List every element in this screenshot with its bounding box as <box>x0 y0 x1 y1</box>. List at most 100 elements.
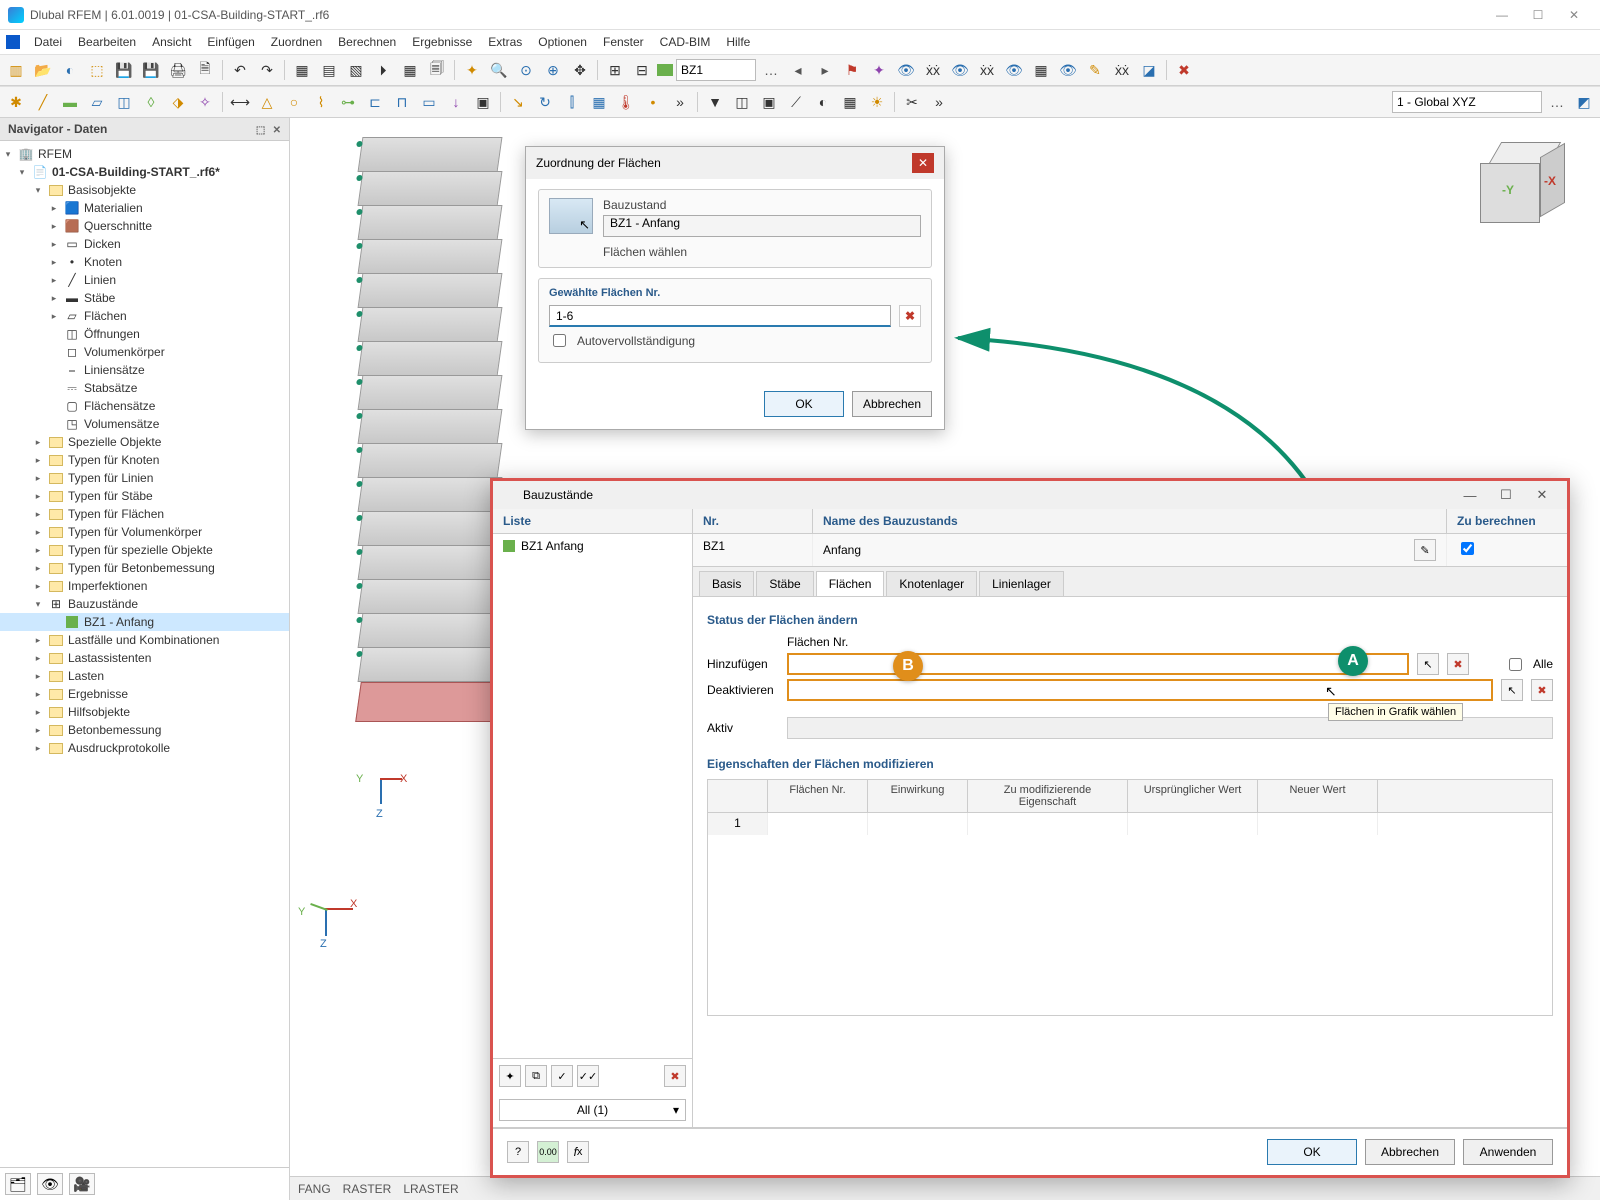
tab-staebe[interactable]: Stäbe <box>756 571 813 596</box>
menu-hilfe[interactable]: Hilfe <box>718 32 758 52</box>
coord-more-icon[interactable]: … <box>1545 90 1569 114</box>
plane-icon[interactable]: ◩ <box>1572 90 1596 114</box>
tree-item[interactable]: ▸╱Linien <box>0 271 289 289</box>
deakt-input[interactable] <box>787 679 1493 701</box>
wire-icon[interactable]: ⟋ <box>784 90 808 114</box>
iso-icon[interactable]: ◫ <box>730 90 754 114</box>
open-icon[interactable]: 📂 <box>31 58 55 82</box>
menu-bearbeiten[interactable]: Bearbeiten <box>70 32 144 52</box>
deakt-clear-icon[interactable]: ✖ <box>1531 679 1553 701</box>
navigator-tree[interactable]: ▾🏢RFEM ▾📄01-CSA-Building-START_.rf6* ▾Ba… <box>0 141 289 1167</box>
eye-icon[interactable]: 👁 <box>894 58 918 82</box>
list-check2-icon[interactable]: ✓✓ <box>577 1065 599 1087</box>
tree-root[interactable]: ▾🏢RFEM <box>0 145 289 163</box>
list-delete-icon[interactable]: ✖ <box>664 1065 686 1087</box>
all-select[interactable]: All (1) ▾ <box>499 1099 686 1121</box>
tree-item[interactable]: ▸▭Dicken <box>0 235 289 253</box>
fx-icon[interactable]: fx <box>567 1141 589 1163</box>
delete-icon[interactable]: ✖ <box>1172 58 1196 82</box>
edit-name-icon[interactable]: ✎ <box>1414 539 1436 561</box>
menu-berechnen[interactable]: Berechnen <box>330 32 404 52</box>
pencil-icon[interactable]: ✎ <box>1083 58 1107 82</box>
menu-ergebnisse[interactable]: Ergebnisse <box>404 32 480 52</box>
results-icon[interactable]: ▦ <box>398 58 422 82</box>
layout-icon[interactable]: ▧ <box>344 58 368 82</box>
minimize-button[interactable]: — <box>1484 3 1520 27</box>
dlg2-ok-button[interactable]: OK <box>1267 1139 1357 1165</box>
solid-icon[interactable]: ◫ <box>112 90 136 114</box>
refresh-icon[interactable]: ◐ <box>58 58 82 82</box>
dlg1-close-button[interactable]: ✕ <box>912 153 934 173</box>
tree-item[interactable]: ▸Typen für Volumenkörper <box>0 523 289 541</box>
nav-eye-icon[interactable]: 👁 <box>37 1173 63 1195</box>
tree-item[interactable]: ▸🟦Materialien <box>0 199 289 217</box>
force-icon[interactable]: ↘ <box>506 90 530 114</box>
xxx-icon[interactable]: ẋẋ <box>921 58 945 82</box>
nav-video-icon[interactable]: 🎥 <box>69 1173 95 1195</box>
clear-selection-button[interactable]: ✖ <box>899 305 921 327</box>
doc-icon[interactable]: 🗎 <box>193 58 217 82</box>
pan-icon[interactable]: ✥ <box>568 58 592 82</box>
surface-icon[interactable]: ▱ <box>85 90 109 114</box>
tree-bauzustaende[interactable]: ▾⊞Bauzustände <box>0 595 289 613</box>
tree-item[interactable]: ⎓Stabsätze <box>0 379 289 397</box>
menu-ansicht[interactable]: Ansicht <box>144 32 199 52</box>
tree-bz1[interactable]: BZ1 - Anfang <box>0 613 289 631</box>
tree-item[interactable]: ▸Lastfälle und Kombinationen <box>0 631 289 649</box>
member-icon[interactable]: ▬ <box>58 90 82 114</box>
list-check-icon[interactable]: ✓ <box>551 1065 573 1087</box>
tree-item[interactable]: ▸Typen für Stäbe <box>0 487 289 505</box>
surf-icon[interactable]: ▭ <box>417 90 441 114</box>
liste-item-bz1[interactable]: BZ1 Anfang <box>493 534 692 558</box>
coord-select[interactable]: 1 - Global XYZ <box>1392 91 1542 113</box>
name-value[interactable]: Anfang <box>823 543 1408 557</box>
pin-icon[interactable]: ⬚ <box>256 125 265 136</box>
tree-item[interactable]: ▢Flächensätze <box>0 397 289 415</box>
deakt-pick-icon[interactable]: ↖ <box>1501 679 1523 701</box>
ldot-icon[interactable]: • <box>641 90 665 114</box>
menu-zuordnen[interactable]: Zuordnen <box>263 32 330 52</box>
dlg2-apply-button[interactable]: Anwenden <box>1463 1139 1553 1165</box>
tab-knotenlager[interactable]: Knotenlager <box>886 571 977 596</box>
app-menu-icon[interactable] <box>6 35 20 49</box>
spring-icon[interactable]: ⌇ <box>309 90 333 114</box>
shade-icon[interactable]: ◐ <box>811 90 835 114</box>
save-icon[interactable]: 💾 <box>112 58 136 82</box>
load-icon[interactable]: ↓ <box>444 90 468 114</box>
ecc-icon[interactable]: ⊏ <box>363 90 387 114</box>
more-icon[interactable]: » <box>668 90 692 114</box>
opening-icon[interactable]: ◊ <box>139 90 163 114</box>
light-icon[interactable]: ☀ <box>865 90 889 114</box>
dlg2-maximize[interactable]: ☐ <box>1491 487 1521 503</box>
tree-item[interactable]: ▸Imperfektionen <box>0 577 289 595</box>
alle-checkbox[interactable] <box>1509 658 1522 671</box>
tree-file[interactable]: ▾📄01-CSA-Building-START_.rf6* <box>0 163 289 181</box>
persp-icon[interactable]: ▣ <box>757 90 781 114</box>
xxx2-icon[interactable]: ẋẋ <box>975 58 999 82</box>
eye2-icon[interactable]: 👁 <box>948 58 972 82</box>
view-cube[interactable]: -Y -X <box>1480 138 1570 228</box>
next-icon[interactable]: ▸ <box>813 58 837 82</box>
clip-icon[interactable]: ✂ <box>900 90 924 114</box>
print-icon[interactable]: 🖨 <box>166 58 190 82</box>
maximize-button[interactable]: ☐ <box>1520 3 1556 27</box>
moment-icon[interactable]: ↻ <box>533 90 557 114</box>
surfload-icon[interactable]: ▦ <box>587 90 611 114</box>
more2-icon[interactable]: » <box>927 90 951 114</box>
dlg2-cancel-button[interactable]: Abbrechen <box>1365 1139 1455 1165</box>
render-icon[interactable]: ▦ <box>838 90 862 114</box>
status-lraster[interactable]: LRASTER <box>403 1182 458 1196</box>
rel-icon[interactable]: ⊶ <box>336 90 360 114</box>
action-icon[interactable]: ✦ <box>867 58 891 82</box>
tree-item[interactable]: ▸Lastassistenten <box>0 649 289 667</box>
list-copy-icon[interactable]: ⧉ <box>525 1065 547 1087</box>
grid2-icon[interactable]: ▦ <box>1029 58 1053 82</box>
flaechen-nr-input[interactable] <box>549 305 891 327</box>
redo-icon[interactable]: ↷ <box>255 58 279 82</box>
calc-checkbox[interactable] <box>1461 542 1474 555</box>
tree-item[interactable]: ▸Lasten <box>0 667 289 685</box>
xxx3-icon[interactable]: ẋẋ <box>1110 58 1134 82</box>
lineload-icon[interactable]: ⫿ <box>560 90 584 114</box>
menu-extras[interactable]: Extras <box>480 32 530 52</box>
zoomfit-icon[interactable]: ⊙ <box>514 58 538 82</box>
